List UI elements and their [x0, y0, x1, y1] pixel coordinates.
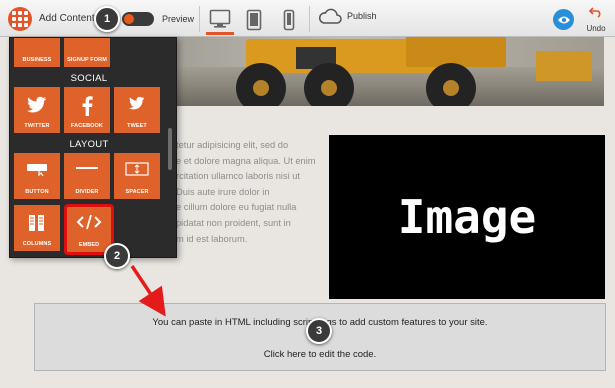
step-callout-3: 3: [306, 318, 332, 344]
step-callout-2: 2: [104, 243, 130, 269]
step-callout-1: 1: [94, 6, 120, 32]
